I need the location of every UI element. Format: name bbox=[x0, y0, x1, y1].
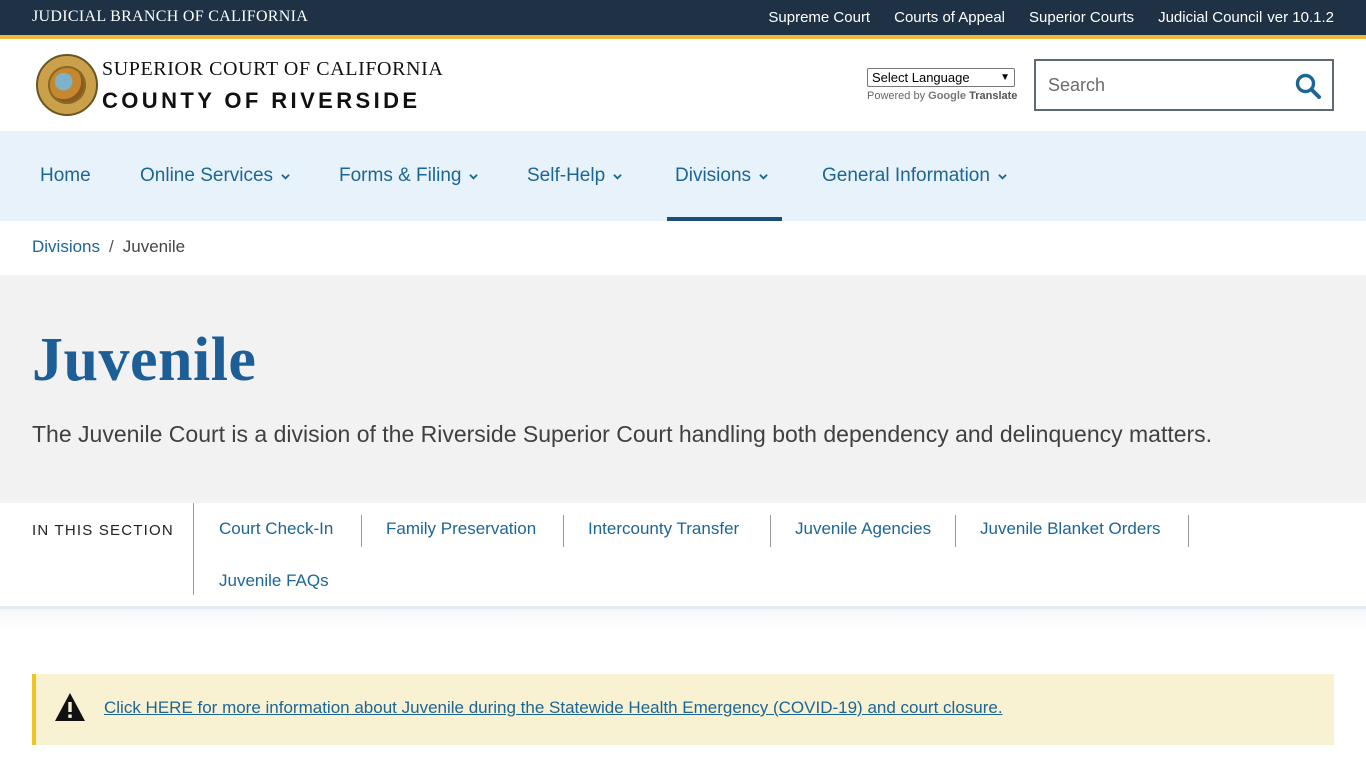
section-divider bbox=[361, 515, 362, 547]
in-this-section-links: Court Check-In Family Preservation Inter… bbox=[193, 503, 1203, 595]
link-supreme-court[interactable]: Supreme Court bbox=[768, 9, 870, 26]
version-label: ver 10.1.2 bbox=[1267, 9, 1334, 26]
judicial-council-group: Judicial Council ver 10.1.2 bbox=[1158, 9, 1334, 26]
link-courts-of-appeal[interactable]: Courts of Appeal bbox=[894, 9, 1005, 26]
logo-title-line2[interactable]: COUNTY OF RIVERSIDE bbox=[102, 88, 420, 114]
nav-general-information-label: General Information bbox=[822, 165, 990, 186]
google-logo[interactable]: Google bbox=[928, 90, 966, 102]
judicial-branch-bar: JUDICIAL BRANCH OF CALIFORNIA Supreme Co… bbox=[0, 0, 1366, 35]
in-this-section-label: IN THIS SECTION bbox=[32, 522, 174, 539]
section-link-juvenile-agencies[interactable]: Juvenile Agencies bbox=[795, 519, 931, 539]
section-link-court-check-in[interactable]: Court Check-In bbox=[219, 519, 333, 539]
page-description: The Juvenile Court is a division of the … bbox=[32, 421, 1213, 447]
breadcrumb-separator: / bbox=[109, 237, 114, 256]
nav-online-services[interactable]: Online Services bbox=[140, 131, 290, 221]
link-superior-courts[interactable]: Superior Courts bbox=[1029, 9, 1134, 26]
section-link-juvenile-faqs[interactable]: Juvenile FAQs bbox=[219, 571, 329, 591]
powered-by-google-translate: Powered by Google Translate bbox=[867, 90, 1017, 102]
main-nav: Home Online Services Forms & Filing Self… bbox=[0, 131, 1366, 221]
branch-title[interactable]: JUDICIAL BRANCH OF CALIFORNIA bbox=[32, 8, 308, 26]
search-input[interactable] bbox=[1048, 74, 1278, 96]
section-divider bbox=[770, 515, 771, 547]
nav-divisions-label: Divisions bbox=[675, 165, 752, 186]
search-box bbox=[1034, 59, 1334, 111]
link-judicial-council[interactable]: Judicial Council bbox=[1158, 9, 1262, 26]
nav-active-indicator bbox=[667, 217, 782, 221]
section-link-intercounty-transfer[interactable]: Intercounty Transfer bbox=[588, 519, 739, 539]
nav-forms-filing[interactable]: Forms & Filing bbox=[339, 131, 479, 221]
nav-online-services-label: Online Services bbox=[140, 165, 274, 186]
nav-general-information[interactable]: General Information bbox=[822, 131, 1007, 221]
section-divider bbox=[1188, 515, 1189, 547]
chevron-down-icon bbox=[281, 173, 290, 180]
covid-info-link[interactable]: Click HERE for more information about Ju… bbox=[104, 698, 1003, 718]
nav-forms-filing-label: Forms & Filing bbox=[339, 165, 462, 186]
language-select-value: Select Language bbox=[872, 70, 970, 85]
nav-home-label: Home bbox=[40, 165, 91, 186]
nav-self-help-label: Self-Help bbox=[527, 165, 606, 186]
chevron-down-icon bbox=[998, 173, 1007, 180]
chevron-down-icon: ▼ bbox=[1000, 72, 1010, 83]
breadcrumb-divisions[interactable]: Divisions bbox=[32, 237, 100, 257]
section-divider bbox=[563, 515, 564, 547]
breadcrumb-current: Juvenile bbox=[122, 237, 186, 256]
language-select[interactable]: Select Language ▼ bbox=[867, 68, 1015, 87]
site-header: SUPERIOR COURT OF CALIFORNIA COUNTY OF R… bbox=[0, 39, 1366, 131]
powered-by-label: Powered by bbox=[867, 90, 926, 102]
section-link-family-preservation[interactable]: Family Preservation bbox=[386, 519, 536, 539]
logo-title-line1[interactable]: SUPERIOR COURT OF CALIFORNIA bbox=[102, 58, 443, 81]
page-title: Juvenile bbox=[32, 326, 257, 394]
chevron-down-icon bbox=[613, 173, 622, 180]
translate-link[interactable]: Translate bbox=[969, 90, 1017, 102]
breadcrumb: Divisions / Juvenile bbox=[32, 237, 185, 257]
top-links: Supreme Court Courts of Appeal Superior … bbox=[768, 9, 1334, 26]
nav-home[interactable]: Home bbox=[40, 131, 91, 221]
page-hero: Juvenile The Juvenile Court is a divisio… bbox=[0, 275, 1366, 503]
section-shadow bbox=[0, 609, 1366, 631]
nav-divisions[interactable]: Divisions bbox=[675, 131, 768, 221]
section-link-juvenile-blanket-orders[interactable]: Juvenile Blanket Orders bbox=[980, 519, 1160, 539]
nav-self-help[interactable]: Self-Help bbox=[527, 131, 622, 221]
section-divider bbox=[955, 515, 956, 547]
chevron-down-icon bbox=[469, 173, 479, 180]
covid-alert: Click HERE for more information about Ju… bbox=[32, 674, 1334, 745]
warning-icon bbox=[55, 693, 85, 721]
california-seal-logo[interactable] bbox=[36, 54, 98, 116]
search-icon[interactable] bbox=[1294, 72, 1322, 100]
chevron-down-icon bbox=[759, 173, 768, 180]
seal-center bbox=[50, 68, 84, 102]
